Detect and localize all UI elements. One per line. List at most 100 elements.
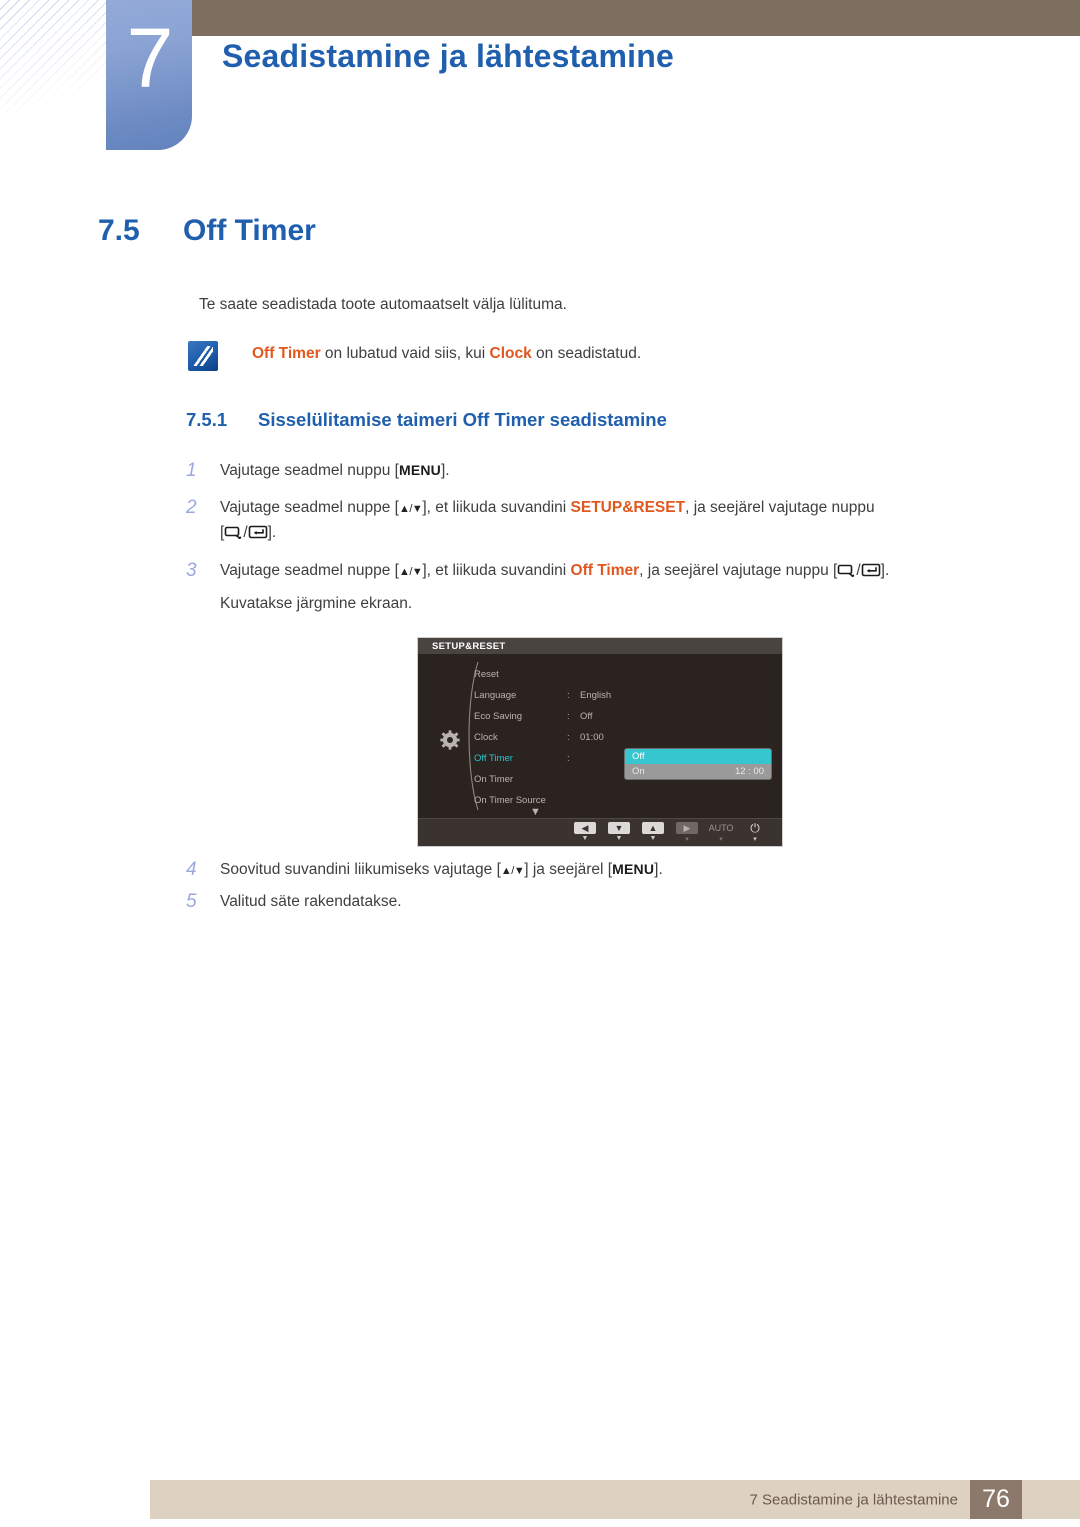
footer-text: 7 Seadistamine ja lähtestamine bbox=[749, 1491, 958, 1508]
steps-list-tail: 4 Soovitud suvandini liikumiseks vajutag… bbox=[186, 857, 1016, 925]
step2-a: Vajutage seadmel nuppe [ bbox=[220, 498, 399, 516]
note-mid-2: on seadistatud. bbox=[531, 345, 642, 362]
osd-row-on-timer-source[interactable]: On Timer Source bbox=[474, 790, 774, 811]
osd-colon: : bbox=[567, 753, 570, 764]
step4-c: ]. bbox=[654, 861, 663, 878]
step2-arrows: ▲/▼ bbox=[398, 502, 423, 515]
section-heading: 7.5 Off Timer bbox=[98, 214, 316, 248]
osd-row-reset[interactable]: Reset bbox=[474, 664, 774, 685]
note-pencil-icon bbox=[188, 341, 218, 371]
section-title: Off Timer bbox=[183, 214, 316, 247]
step-number: 5 bbox=[186, 890, 197, 912]
osd-button-up[interactable]: ▲ ▼ bbox=[636, 822, 670, 842]
step1-b: ]. bbox=[441, 462, 450, 479]
osd-button-auto[interactable]: AUTO ▾ bbox=[704, 822, 738, 843]
osd-button-down[interactable]: ▼ ▼ bbox=[602, 822, 636, 842]
step3-extra: Kuvatakse järgmine ekraan. bbox=[220, 594, 413, 612]
source-button-icon bbox=[837, 560, 856, 585]
step4-arrows: ▲/▼ bbox=[500, 865, 525, 877]
subsection-title: Sisselülitamise taimeri Off Timer seadis… bbox=[258, 409, 667, 430]
step3-arrows: ▲/▼ bbox=[398, 565, 423, 578]
step-text: Vajutage seadmel nuppe [▲/▼], et liikuda… bbox=[220, 558, 889, 616]
osd-value: English bbox=[580, 690, 612, 701]
source-button-icon bbox=[224, 522, 243, 547]
step-text: Vajutage seadmel nuppe [▲/▼], et liikuda… bbox=[220, 495, 875, 547]
osd-label: On Timer Source bbox=[474, 795, 546, 806]
osd-label: Language bbox=[474, 690, 517, 701]
step3-e: ]. bbox=[880, 561, 890, 579]
scroll-down-chevron-icon[interactable]: ▼ bbox=[530, 806, 541, 818]
step-item: 2 Vajutage seadmel nuppe [▲/▼], et liiku… bbox=[186, 495, 1016, 547]
step3-a: Vajutage seadmel nuppe [ bbox=[220, 561, 399, 579]
steps-list: 1 Vajutage seadmel nuppu [MENU]. 2 Vajut… bbox=[186, 458, 1016, 627]
osd-label: Off Timer bbox=[474, 753, 513, 764]
osd-button-left[interactable]: ◀ ▼ bbox=[568, 822, 602, 842]
enter-button-icon bbox=[861, 560, 881, 585]
right-arrow-icon: ▶ bbox=[676, 822, 698, 834]
intro-paragraph: Te saate seadistada toote automaatselt v… bbox=[199, 296, 567, 313]
chapter-title: Seadistamine ja lähtestamine bbox=[222, 38, 675, 74]
step-item: 3 Vajutage seadmel nuppe [▲/▼], et liiku… bbox=[186, 558, 1016, 616]
note-text: Off Timer on lubatud vaid siis, kui Cloc… bbox=[252, 341, 641, 363]
button-tick: ▼ bbox=[615, 835, 623, 842]
osd-colon: : bbox=[567, 690, 570, 701]
step2-f: ]. bbox=[267, 523, 277, 541]
step4-a: Soovitud suvandini liikumiseks vajutage … bbox=[220, 861, 501, 878]
dropdown-option-label: Off bbox=[632, 751, 645, 762]
osd-value: 01:00 bbox=[580, 732, 604, 743]
step4-b: ] ja seejärel [ bbox=[524, 861, 613, 878]
step-number: 1 bbox=[186, 460, 197, 481]
step4-key: MENU bbox=[612, 861, 655, 877]
page-number: 76 bbox=[970, 1480, 1022, 1519]
osd-label: Clock bbox=[474, 732, 498, 743]
step-item: 4 Soovitud suvandini liikumiseks vajutag… bbox=[186, 857, 1016, 883]
note-mid-1: on lubatud vaid siis, kui bbox=[320, 345, 490, 362]
button-tick: ▼ bbox=[581, 835, 589, 842]
osd-menu-list: Reset Language : English Eco Saving : Of… bbox=[474, 664, 774, 811]
osd-row-language[interactable]: Language : English bbox=[474, 685, 774, 706]
osd-colon: : bbox=[567, 732, 570, 743]
dropdown-option-off[interactable]: Off bbox=[625, 749, 771, 764]
step-number: 4 bbox=[186, 859, 197, 880]
step2-c: , ja seejärel vajutage nuppu bbox=[685, 498, 875, 516]
power-icon: ⏻ bbox=[750, 821, 760, 835]
osd-title: SETUP&RESET bbox=[418, 638, 782, 654]
off-timer-dropdown[interactable]: Off On 12 : 00 bbox=[624, 748, 772, 780]
osd-row-clock[interactable]: Clock : 01:00 bbox=[474, 727, 774, 748]
note-term-clock: Clock bbox=[489, 345, 532, 362]
down-arrow-icon: ▼ bbox=[608, 822, 630, 834]
subsection-heading: 7.5.1 Sisselülitamise taimeri Off Timer … bbox=[186, 409, 667, 431]
osd-button-power[interactable]: ⏻ ▾ bbox=[738, 822, 772, 843]
enter-button-icon bbox=[248, 522, 268, 547]
step2-b: ], et liikuda suvandini bbox=[422, 498, 571, 516]
osd-button-right[interactable]: ▶ ▾ bbox=[670, 822, 704, 843]
osd-row-eco-saving[interactable]: Eco Saving : Off bbox=[474, 706, 774, 727]
step-number: 3 bbox=[186, 559, 197, 581]
step-item: 1 Vajutage seadmel nuppu [MENU]. bbox=[186, 458, 1016, 484]
left-arrow-icon: ◀ bbox=[574, 822, 596, 834]
osd-colon: : bbox=[567, 711, 570, 722]
gear-icon bbox=[440, 730, 460, 750]
osd-label: Eco Saving bbox=[474, 711, 523, 722]
note-callout: Off Timer on lubatud vaid siis, kui Cloc… bbox=[188, 341, 641, 371]
section-number: 7.5 bbox=[98, 214, 140, 247]
up-arrow-icon: ▲ bbox=[642, 822, 664, 834]
dropdown-option-label: On bbox=[632, 766, 645, 777]
dropdown-option-time: 12 : 00 bbox=[734, 766, 764, 777]
step3-b: ], et liikuda suvandini bbox=[422, 561, 571, 579]
note-term-off-timer: Off Timer bbox=[252, 345, 321, 362]
step3-c: , ja seejärel vajutage nuppu [ bbox=[639, 561, 838, 579]
button-tick: ▼ bbox=[649, 835, 657, 842]
button-tick: ▾ bbox=[685, 836, 689, 843]
auto-label: AUTO bbox=[708, 823, 734, 833]
step-text: Vajutage seadmel nuppu [MENU]. bbox=[220, 458, 450, 484]
step-item: 5 Valitud säte rakendatakse. bbox=[186, 889, 1016, 915]
dropdown-option-on[interactable]: On 12 : 00 bbox=[625, 764, 771, 779]
step1-a: Vajutage seadmel nuppu [ bbox=[220, 462, 399, 479]
osd-label: On Timer bbox=[474, 774, 514, 785]
step-text: Valitud säte rakendatakse. bbox=[220, 892, 402, 910]
osd-screenshot: SETUP&RESET Reset Language: English Eco… bbox=[417, 637, 783, 847]
osd-label: Reset bbox=[474, 669, 499, 680]
button-tick: ▾ bbox=[719, 836, 723, 843]
button-tick: ▾ bbox=[753, 836, 757, 843]
